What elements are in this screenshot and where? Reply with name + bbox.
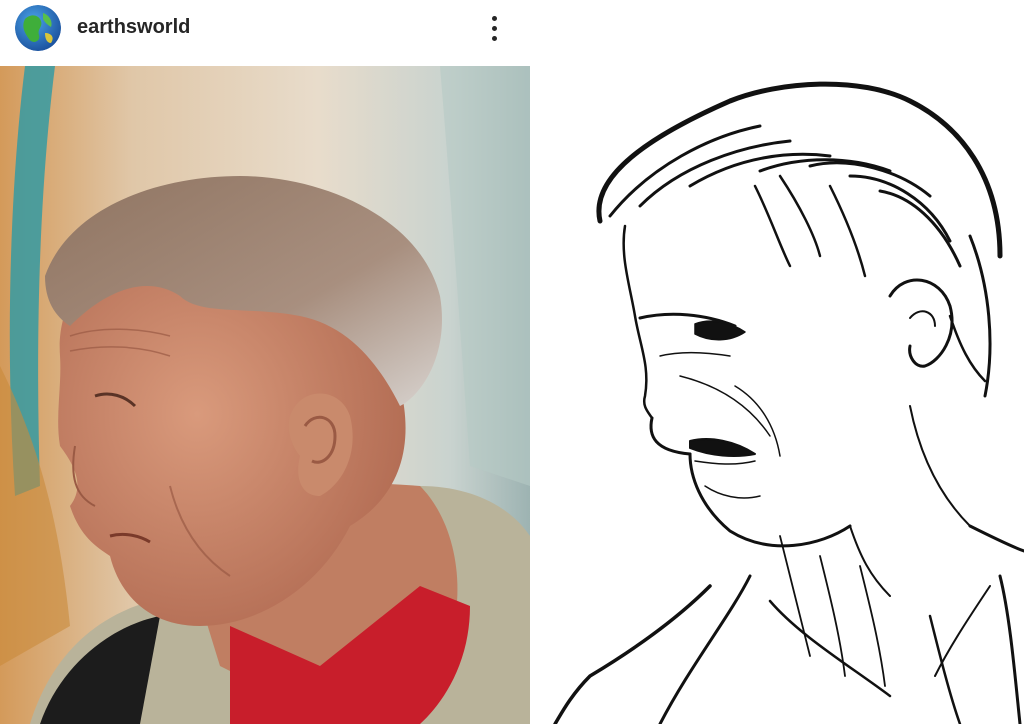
- more-options-vertical-icon: [491, 15, 497, 21]
- post-header: earthsworld: [0, 0, 1024, 56]
- profile-avatar[interactable]: [15, 5, 61, 51]
- line-art-sketch: [530, 56, 1024, 724]
- portrait-photo-illustration: [0, 66, 530, 724]
- more-options-dot: [491, 25, 497, 31]
- username-link[interactable]: earthsworld: [77, 15, 190, 39]
- sketch-illustration: [553, 81, 1024, 724]
- earth-globe-icon: [15, 5, 61, 51]
- more-options-button[interactable]: [478, 10, 510, 46]
- portrait-photo: [0, 66, 530, 724]
- more-options-dot: [491, 35, 497, 41]
